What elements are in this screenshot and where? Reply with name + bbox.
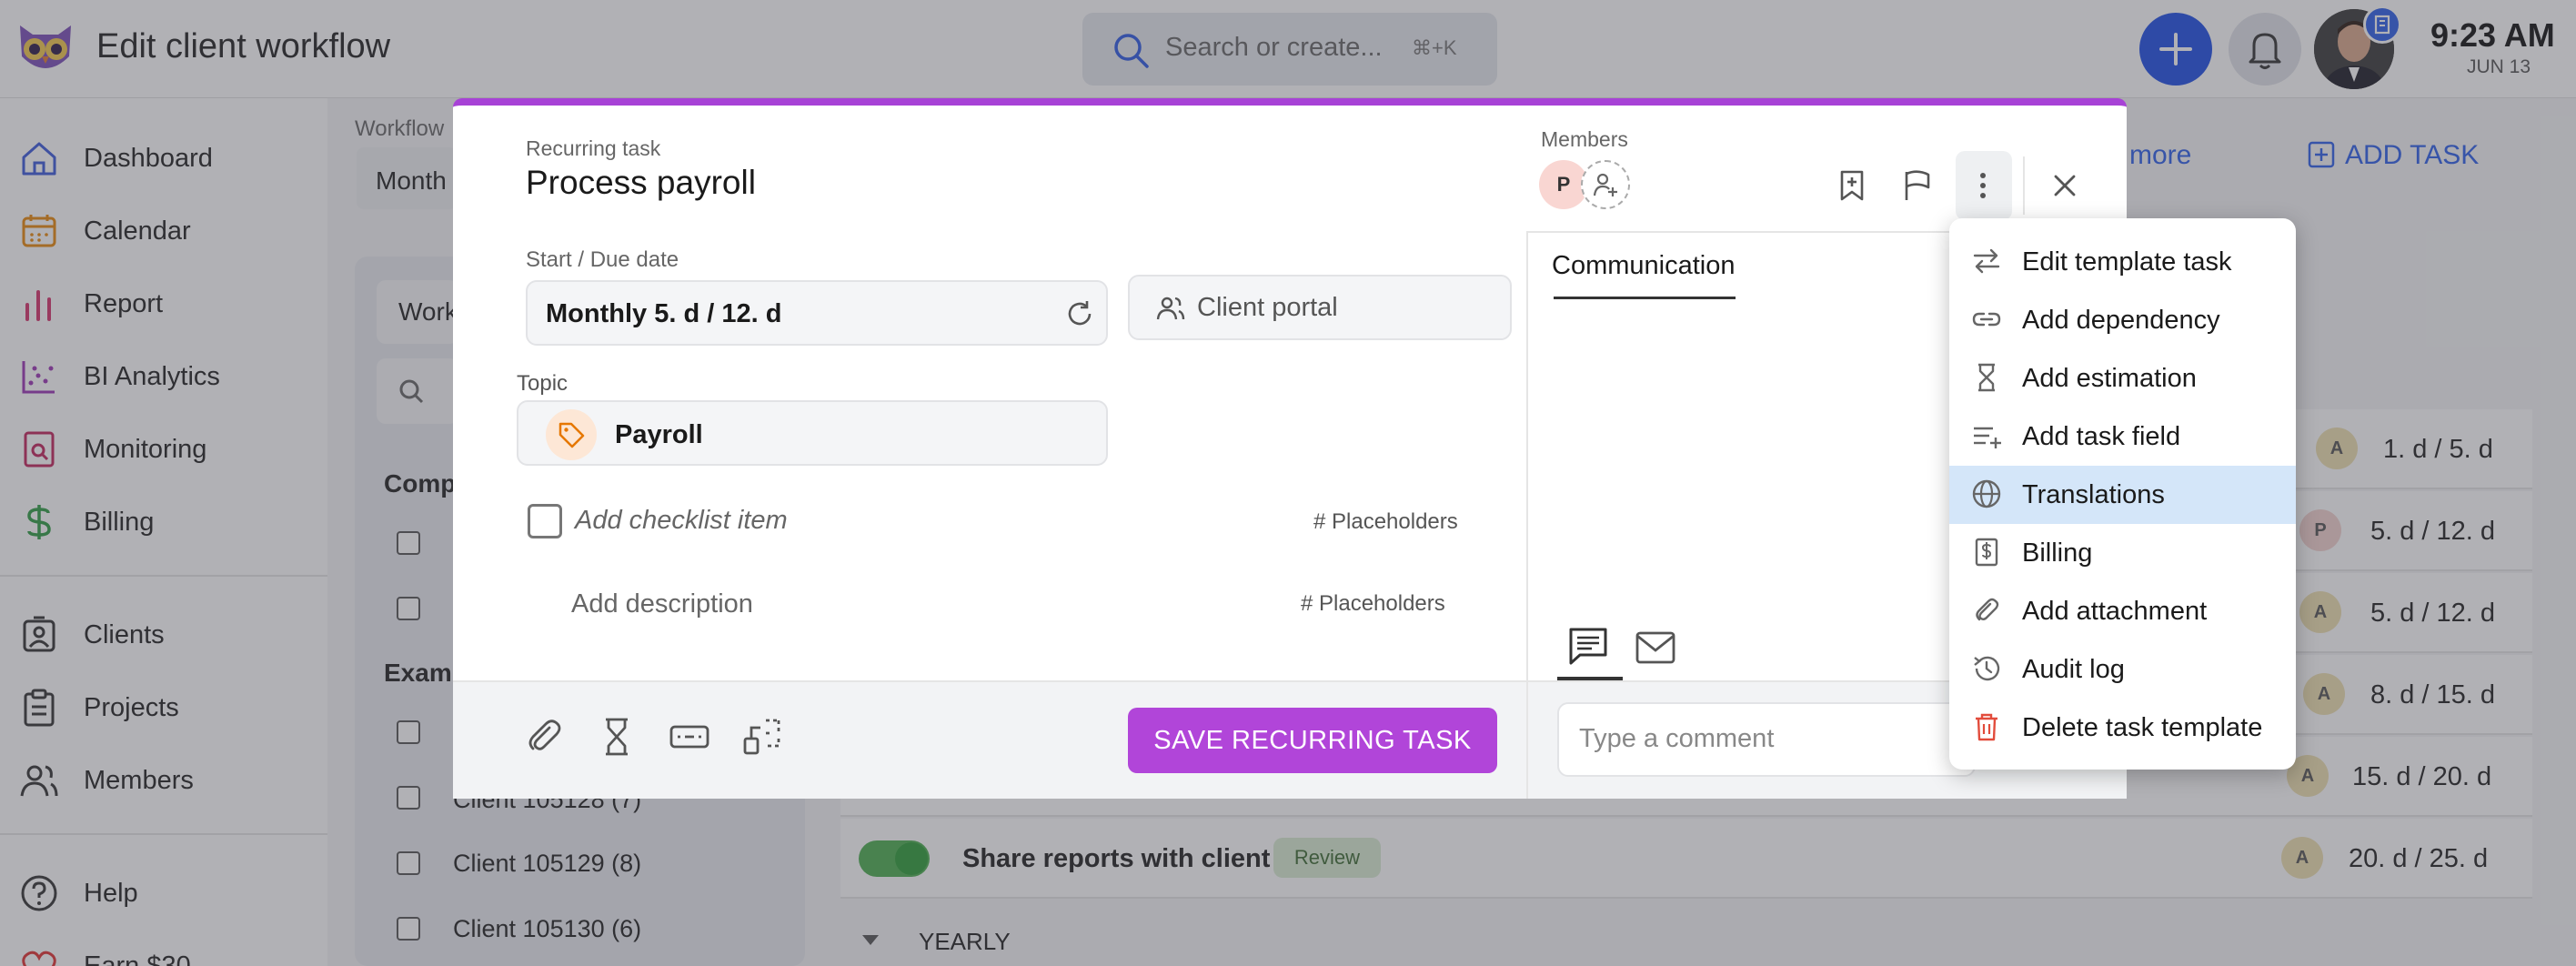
invoice-icon: [1975, 538, 1998, 567]
close-icon[interactable]: [2047, 167, 2083, 204]
trash-icon: [1976, 713, 1997, 741]
menu-item-edit-template-task[interactable]: Edit template task: [1949, 233, 2296, 291]
menu-item-label: Add estimation: [2022, 364, 2197, 393]
menu-item-label: Delete task template: [2022, 713, 2263, 742]
topic-value: Payroll: [615, 420, 703, 449]
menu-item-label: Add dependency: [2022, 306, 2220, 335]
menu-item-label: Edit template task: [2022, 247, 2232, 277]
flag-icon[interactable]: [1899, 167, 1936, 204]
chat-icon[interactable]: [1566, 624, 1610, 668]
description-input[interactable]: Add description: [571, 589, 753, 619]
swap-arrows-icon: [1973, 248, 2000, 274]
menu-item-add-estimation[interactable]: Add estimation: [1949, 349, 2296, 408]
menu-item-billing[interactable]: Billing: [1949, 524, 2296, 582]
menu-item-label: Audit log: [2022, 655, 2125, 684]
menu-item-add-task-field[interactable]: Add task field: [1949, 408, 2296, 466]
members-label: Members: [1541, 127, 1628, 151]
mail-icon[interactable]: [1634, 628, 1677, 668]
link-icon: [1972, 312, 2001, 327]
save-recurring-task-button[interactable]: SAVE RECURRING TASK: [1128, 708, 1497, 773]
menu-item-audit-log[interactable]: Audit log: [1949, 640, 2296, 699]
topic-field[interactable]: [517, 400, 1108, 466]
people-icon: [1155, 293, 1186, 324]
checklist-checkbox[interactable]: [528, 504, 562, 538]
modal-title[interactable]: Process payroll: [526, 164, 756, 202]
start-due-label: Start / Due date: [526, 247, 679, 272]
placeholders-button[interactable]: # Placeholders: [1301, 591, 1445, 617]
bookmark-add-icon[interactable]: [1834, 167, 1870, 204]
topic-label: Topic: [517, 371, 569, 396]
menu-item-label: Add task field: [2022, 422, 2181, 451]
tab-communication[interactable]: Communication: [1552, 251, 1735, 281]
history-icon: [1974, 656, 2000, 681]
recurring-icon: [1064, 298, 1095, 329]
header-divider: [2023, 156, 2025, 215]
client-portal-label: Client portal: [1197, 293, 1338, 322]
menu-item-label: Add attachment: [2022, 597, 2208, 626]
menu-item-add-dependency[interactable]: Add dependency: [1949, 291, 2296, 349]
comment-placeholder[interactable]: Type a comment: [1579, 724, 1774, 754]
hourglass-icon: [1978, 363, 1995, 392]
tag-icon: [557, 420, 586, 449]
globe-icon: [1972, 479, 2001, 508]
add-member-button[interactable]: [1581, 160, 1630, 209]
modal-subtitle: Recurring task: [526, 136, 661, 160]
menu-item-label: Billing: [2022, 538, 2093, 568]
more-vertical-icon: [1965, 167, 2001, 204]
add-person-icon: [1593, 173, 1617, 196]
placeholders-button[interactable]: # Placeholders: [1313, 509, 1458, 535]
start-due-value: Monthly 5. d / 12. d: [546, 299, 782, 328]
checklist-input[interactable]: Add checklist item: [575, 506, 788, 536]
active-tab-indicator: [1554, 297, 1736, 299]
menu-item-delete-task-template[interactable]: Delete task template: [1949, 699, 2296, 757]
menu-item-add-attachment[interactable]: Add attachment: [1949, 582, 2296, 640]
paperclip-icon: [1976, 598, 1999, 621]
hourglass-icon[interactable]: [595, 715, 639, 759]
dependency-icon[interactable]: [740, 715, 784, 759]
menu-item-label: Translations: [2022, 480, 2165, 509]
keyboard-icon[interactable]: [668, 715, 711, 759]
add-list-icon: [1974, 427, 2001, 448]
menu-item-translations[interactable]: Translations: [1949, 466, 2296, 524]
paperclip-icon[interactable]: [522, 715, 566, 759]
